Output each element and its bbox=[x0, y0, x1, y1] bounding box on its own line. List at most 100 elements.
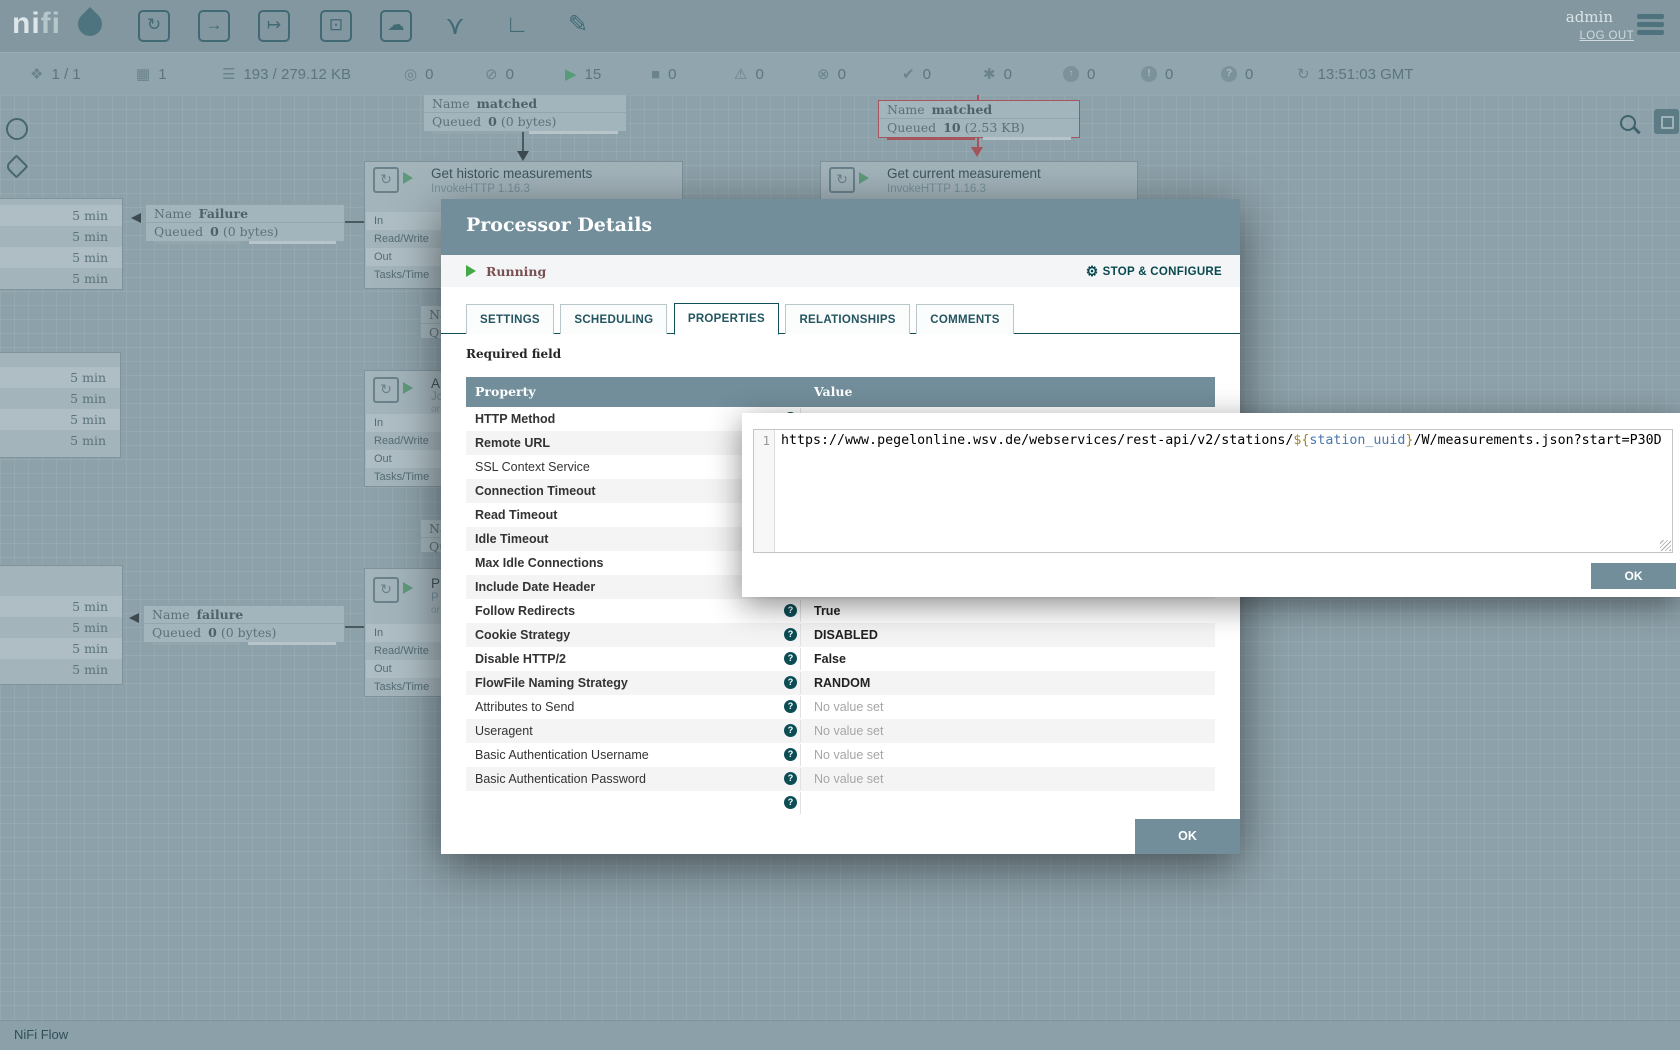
stat-window: 5 min bbox=[0, 617, 122, 638]
settings-tile-icon[interactable] bbox=[1654, 109, 1679, 134]
stat-process-groups: ▦1 bbox=[136, 53, 167, 95]
output-port-toolbar-icon[interactable]: ↦ bbox=[258, 10, 290, 42]
processor-bundle: or bbox=[431, 605, 440, 616]
queued-size: (0 bytes) bbox=[221, 625, 277, 640]
queued-size: (2.53 KB) bbox=[965, 120, 1025, 135]
remote-process-group-toolbar-icon[interactable]: ☁ bbox=[380, 10, 412, 42]
help-icon[interactable]: ? bbox=[784, 700, 797, 713]
processor-type: P bbox=[431, 592, 439, 604]
help-icon[interactable]: ? bbox=[784, 676, 797, 689]
no-target-icon: ⊘ bbox=[485, 67, 498, 82]
stat-window: 5 min bbox=[0, 367, 120, 388]
line-number: 1 bbox=[762, 433, 770, 448]
connection-arrow-icon bbox=[129, 613, 139, 623]
connection-name: matched bbox=[932, 102, 993, 117]
processor-stats-clipped: 5 min 5 min 5 min 5 min bbox=[0, 198, 123, 290]
tab-relationships[interactable]: RELATIONSHIPS bbox=[785, 304, 909, 334]
dialog-header: Processor Details bbox=[441, 199, 1240, 255]
editor-ok-button[interactable]: OK bbox=[1591, 563, 1676, 589]
stat-refresh[interactable]: ↻ 13:51:03 GMT bbox=[1297, 53, 1413, 95]
processor-title: A bbox=[431, 376, 440, 391]
template-toolbar-icon[interactable]: ∟ bbox=[501, 10, 533, 42]
table-row[interactable]: Basic Authentication Username?No value s… bbox=[466, 743, 1215, 767]
help-icon[interactable]: ? bbox=[784, 628, 797, 641]
slash-icon: ⊗ bbox=[817, 67, 830, 82]
processor-toolbar-icon[interactable]: ↻ bbox=[138, 10, 170, 42]
value-textarea[interactable]: 1 https://www.pegelonline.wsv.de/webserv… bbox=[753, 429, 1673, 553]
play-icon bbox=[859, 172, 869, 184]
connection-label-selected: Namematched Queued10(2.53 KB) bbox=[878, 100, 1080, 138]
queued-count: 0 bbox=[208, 625, 217, 640]
processor-type: InvokeHTTP 1.16.3 bbox=[431, 183, 530, 195]
connection-name: failure bbox=[197, 607, 244, 622]
connection-arrow-icon bbox=[517, 151, 529, 161]
connection-name-key: Name bbox=[887, 102, 925, 117]
help-icon[interactable]: ? bbox=[784, 772, 797, 785]
queue-bars bbox=[432, 131, 618, 134]
table-row[interactable]: FlowFile Naming Strategy?RANDOM bbox=[466, 671, 1215, 695]
breadcrumb[interactable]: NiFi Flow bbox=[14, 1027, 68, 1042]
queued-key: Queued bbox=[154, 224, 203, 239]
connection-label: NameFailure Queued0(0 bytes) bbox=[145, 204, 345, 242]
help-icon[interactable]: ? bbox=[784, 748, 797, 761]
stat-not-transmitting: ⊘0 bbox=[485, 53, 514, 95]
tab-settings[interactable]: SETTINGS bbox=[466, 304, 554, 334]
queued-count: 0 bbox=[488, 114, 497, 129]
queued-key: Queued bbox=[152, 625, 201, 640]
table-row[interactable]: Disable HTTP/2?False bbox=[466, 647, 1215, 671]
nifi-drop-icon bbox=[73, 7, 107, 41]
table-row-partial[interactable]: ? bbox=[466, 791, 1215, 815]
connection-label: Name failure Queued 0 (0 bytes) bbox=[143, 605, 345, 643]
stat-queued: ☰193 / 279.12 KB bbox=[222, 53, 351, 95]
logo-text: fi bbox=[41, 7, 61, 40]
queue-bars bbox=[154, 241, 336, 244]
stat-transmitting: ◎0 bbox=[404, 53, 433, 95]
asterisk-icon: ✱ bbox=[983, 67, 996, 82]
table-row[interactable]: Attributes to Send?No value set bbox=[466, 695, 1215, 719]
warning-icon: ⚠ bbox=[734, 67, 747, 82]
table-header: Property Value bbox=[466, 377, 1215, 407]
queued-key: Queued bbox=[887, 120, 936, 135]
connection-name: matched bbox=[477, 96, 538, 111]
global-menu-icon[interactable] bbox=[1637, 14, 1664, 38]
funnel-toolbar-icon[interactable]: ⋎ bbox=[439, 10, 471, 42]
stat-stale: ↑0 bbox=[1063, 53, 1095, 95]
gear-icon: ⚙ bbox=[1086, 263, 1099, 279]
help-icon[interactable]: ? bbox=[784, 652, 797, 665]
table-row[interactable]: Useragent?No value set bbox=[466, 719, 1215, 743]
stat-window: 5 min bbox=[0, 638, 122, 659]
stat-window: 5 min bbox=[0, 409, 120, 430]
help-icon[interactable]: ? bbox=[784, 796, 797, 809]
stop-and-configure-button[interactable]: ⚙STOP & CONFIGURE bbox=[1086, 263, 1222, 280]
last-refresh-time: 13:51:03 GMT bbox=[1318, 66, 1414, 83]
tab-comments[interactable]: COMMENTS bbox=[916, 304, 1013, 334]
tab-scheduling[interactable]: SCHEDULING bbox=[560, 304, 667, 334]
grid-icon: ▦ bbox=[136, 67, 150, 82]
remote-url-value: https://www.pegelonline.wsv.de/webservic… bbox=[781, 433, 1666, 448]
processor-title: Get current measurement bbox=[887, 166, 1041, 181]
resize-handle-icon[interactable] bbox=[1660, 540, 1671, 551]
stat-window: 5 min bbox=[0, 268, 122, 289]
search-icon[interactable] bbox=[1620, 115, 1636, 131]
line-number-gutter: 1 bbox=[754, 430, 775, 552]
queued-key: Queued bbox=[432, 114, 481, 129]
dialog-ok-button[interactable]: OK bbox=[1135, 819, 1240, 854]
table-row[interactable]: Basic Authentication Password?No value s… bbox=[466, 767, 1215, 791]
question-icon: ? bbox=[1221, 66, 1237, 82]
stat-sync-failure: !0 bbox=[1141, 53, 1173, 95]
play-icon bbox=[403, 582, 413, 594]
help-icon[interactable]: ? bbox=[784, 724, 797, 737]
input-port-toolbar-icon[interactable]: → bbox=[198, 10, 230, 42]
stat-window: 5 min bbox=[0, 247, 122, 268]
process-group-toolbar-icon[interactable]: ⊡ bbox=[320, 10, 352, 42]
list-icon: ☰ bbox=[222, 67, 235, 82]
tab-properties[interactable]: PROPERTIES bbox=[674, 303, 779, 335]
breadcrumb-bar: NiFi Flow bbox=[0, 1020, 1680, 1050]
table-row[interactable]: Follow Redirects?True bbox=[466, 599, 1215, 623]
label-toolbar-icon[interactable]: ✎ bbox=[562, 10, 594, 42]
refresh-icon[interactable]: ↻ bbox=[1297, 67, 1310, 82]
table-row[interactable]: Cookie Strategy?DISABLED bbox=[466, 623, 1215, 647]
logout-link[interactable]: LOG OUT bbox=[1579, 30, 1634, 42]
help-icon[interactable]: ? bbox=[784, 604, 797, 617]
connection-name-key: Name bbox=[152, 607, 190, 622]
